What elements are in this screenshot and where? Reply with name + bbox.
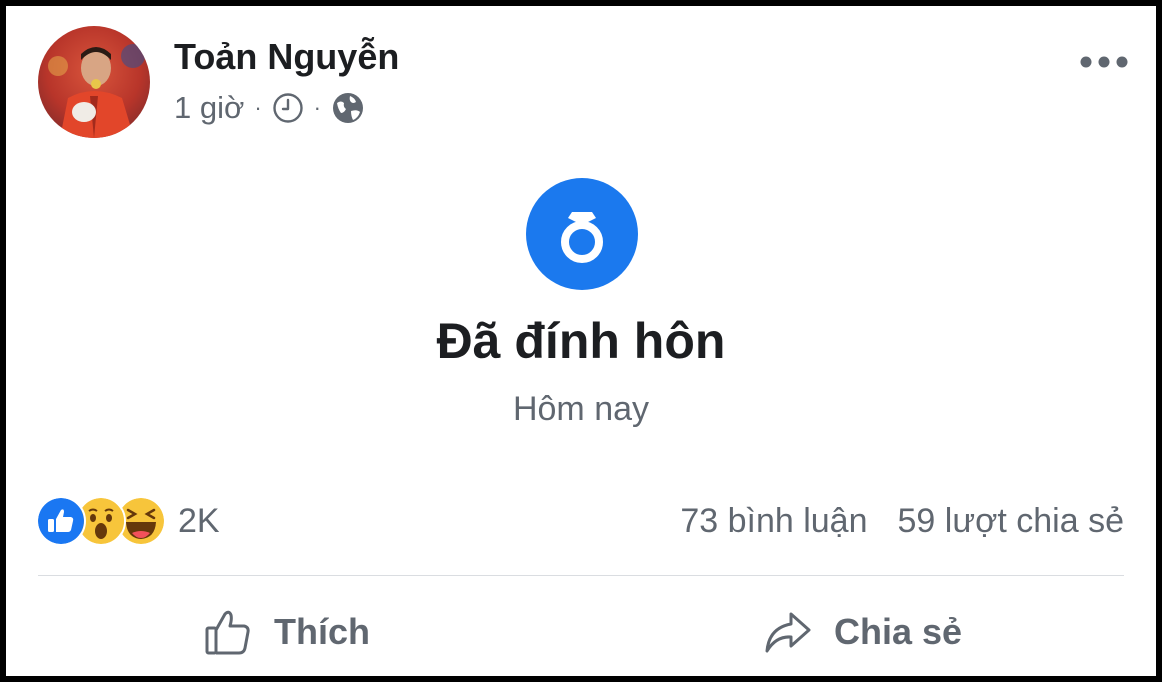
comment-count-link[interactable]: 73 bình luận	[680, 502, 867, 541]
share-arrow-icon	[762, 606, 814, 658]
meta-separator: ·	[313, 95, 321, 120]
like-reaction-icon	[36, 496, 86, 546]
thumbs-up-icon	[202, 606, 254, 658]
life-event-title: Đã đính hôn	[436, 313, 726, 369]
life-event-date: Hôm nay	[512, 390, 650, 428]
more-options-icon[interactable]	[1076, 48, 1132, 76]
post-meta: 1 giờ · ·	[174, 88, 365, 128]
meta-separator: ·	[254, 95, 262, 120]
share-button[interactable]: Chia sẻ	[762, 602, 962, 662]
clock-icon	[272, 92, 304, 124]
divider	[38, 575, 1124, 576]
reactions-summary[interactable]: 2K	[36, 496, 220, 546]
like-label: Thích	[274, 611, 370, 652]
post-card: Toản Nguyễn 1 giờ · · Đã đính hôn Hôm na…	[6, 6, 1156, 676]
post-time[interactable]: 1 giờ	[174, 90, 244, 126]
share-label: Chia sẻ	[834, 611, 963, 652]
author-name[interactable]: Toản Nguyễn	[174, 36, 399, 78]
share-count-link[interactable]: 59 lượt chia sẻ	[898, 502, 1125, 541]
reaction-count: 2K	[178, 501, 220, 540]
globe-icon[interactable]	[331, 91, 365, 125]
like-button[interactable]: Thích	[202, 602, 370, 662]
author-avatar[interactable]	[38, 26, 150, 138]
ring-icon	[526, 178, 638, 290]
post-stats: 73 bình luận 59 lượt chia sẻ	[680, 498, 1124, 544]
